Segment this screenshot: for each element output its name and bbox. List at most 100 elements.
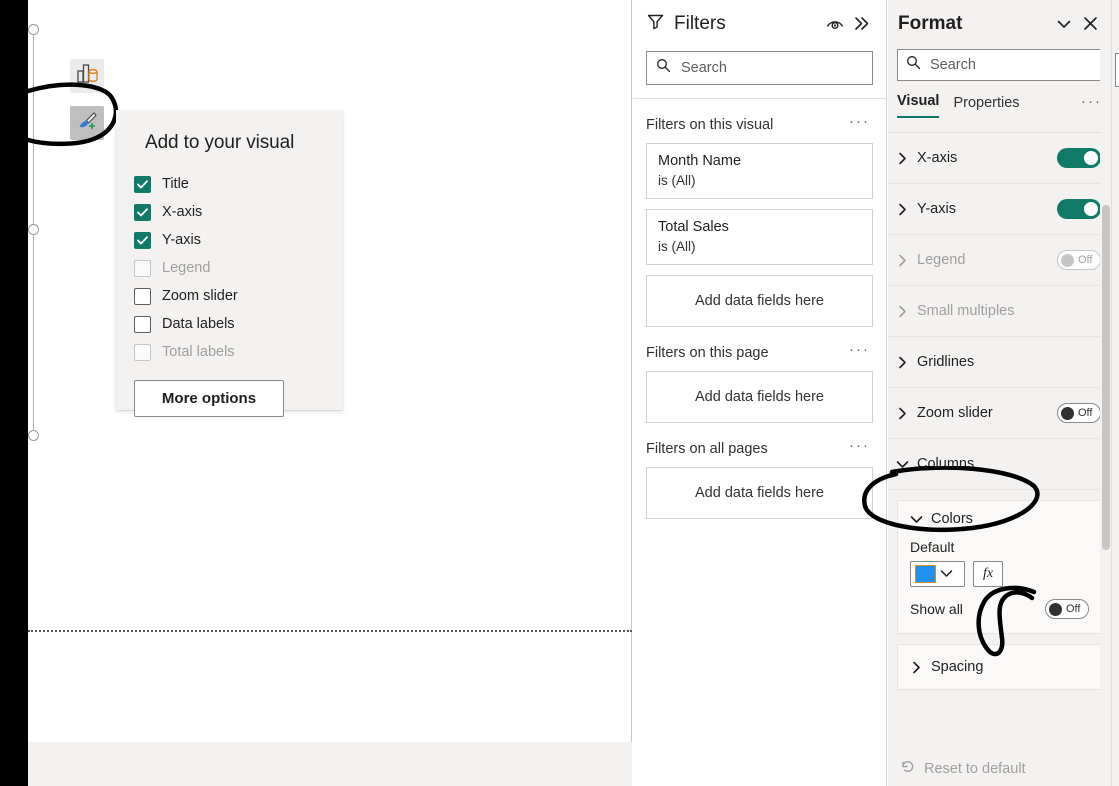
format-title: Format [898,12,963,34]
toggle-legend: Off [1057,250,1101,270]
checkbox-row-x-axis[interactable]: X-axis [134,198,327,226]
resize-handle-bottom-left[interactable] [28,430,39,441]
format-section-label: Columns [917,456,975,472]
fx-button[interactable]: fx [973,561,1003,587]
resize-handle-top-left[interactable] [28,24,39,35]
format-section-label: Y-axis [917,201,956,217]
filters-section-header-all-pages: Filters on all pages ··· [633,423,886,457]
format-visual-toolbar-button[interactable] [70,106,104,140]
checkbox-label-title: Title [162,176,189,192]
color-picker-dropdown[interactable] [910,561,965,587]
color-swatch [915,565,936,583]
toggle-label: On [1083,152,1098,164]
checkbox-title[interactable] [134,175,151,193]
build-visual-toolbar-button[interactable] [70,59,104,93]
filter-card-total-sales[interactable]: Total Sales is (All) [646,209,873,265]
filter-dropzone-page[interactable]: Add data fields here [646,371,873,423]
chevron-right-icon [896,152,909,165]
colors-subsection-title: Colors [931,511,973,527]
add-to-your-visual-flyout: Add to your visual Title X-axis Y-axis L… [116,110,343,417]
checkbox-label-total-labels: Total labels [162,344,235,360]
canvas-footer [28,742,632,786]
filters-section-more-all-pages[interactable]: ··· [849,438,870,453]
format-section-small-multiples: Small multiples [888,286,1111,337]
filters-search-box[interactable]: Search [646,51,873,85]
checkbox-total-labels [134,343,151,361]
reset-icon [900,759,924,778]
toggle-y-axis[interactable]: On [1057,199,1101,219]
filter-funnel-icon [647,13,664,35]
reset-to-default-button: Reset to default [888,759,1111,778]
format-section-legend: Legend Off [888,235,1111,286]
filters-section-more-visual[interactable]: ··· [849,114,870,129]
tab-visual[interactable]: Visual [897,93,940,118]
format-tabs: Visual Properties ··· [888,81,1111,118]
filters-section-more-page[interactable]: ··· [849,342,870,357]
show-all-label: Show all [910,601,963,617]
chevron-right-icon [910,661,923,674]
filter-card-month-name[interactable]: Month Name is (All) [646,143,873,199]
filter-card-field-name: Total Sales [658,219,729,235]
resize-handle-middle-left[interactable] [28,224,39,235]
format-section-y-axis[interactable]: Y-axis On [888,184,1111,235]
default-color-label: Default [910,539,955,555]
eye-icon[interactable] [822,11,848,37]
checkbox-y-axis[interactable] [134,231,151,249]
checkbox-row-total-labels: Total labels [134,338,327,366]
format-section-label: Gridlines [917,354,975,370]
checkbox-label-legend: Legend [162,260,211,276]
checkbox-label-zoom-slider: Zoom slider [162,288,238,304]
colors-subsection-header[interactable]: Colors [910,511,1089,527]
checkbox-row-title[interactable]: Title [134,170,327,198]
spacing-subsection-header[interactable]: Spacing [910,659,1089,675]
format-section-x-axis[interactable]: X-axis On [888,133,1111,184]
format-section-zoom-slider[interactable]: Zoom slider Off [888,388,1111,439]
bar-chart-cylinder-icon [76,64,98,88]
next-pane-search-box-edge [1115,53,1119,87]
checkbox-row-zoom-slider[interactable]: Zoom slider [134,282,327,310]
filter-dropzone-all-pages[interactable]: Add data fields here [646,467,873,519]
format-section-label: Legend [917,252,966,268]
filters-section-title-visual: Filters on this visual [646,117,774,133]
format-section-columns[interactable]: Columns [888,439,1111,490]
paintbrush-plus-icon [76,111,98,136]
checkbox-data-labels[interactable] [134,315,151,333]
tab-properties[interactable]: Properties [953,95,1019,118]
report-canvas[interactable]: Add to your visual Title X-axis Y-axis L… [26,0,632,742]
double-chevron-right-icon[interactable] [848,11,874,37]
page-boundary-dotted-line [28,630,632,632]
format-pane-scrollbar-track[interactable] [1100,0,1111,786]
filters-header: Filters [633,0,886,47]
toggle-x-axis[interactable]: On [1057,148,1101,168]
checkbox-row-legend: Legend [134,254,327,282]
format-section-label: Zoom slider [917,405,993,421]
chevron-down-icon [940,565,953,583]
filters-title: Filters [674,12,726,34]
search-icon [656,58,671,78]
filter-card-field-value: is (All) [658,239,696,254]
more-options-button[interactable]: More options [134,380,284,417]
chevron-down-icon[interactable] [1051,11,1077,37]
checkbox-row-data-labels[interactable]: Data labels [134,310,327,338]
flyout-title: Add to your visual [145,132,295,153]
spacing-subsection-card[interactable]: Spacing [897,644,1102,690]
checkbox-zoom-slider[interactable] [134,287,151,305]
chevron-right-icon [896,356,909,369]
filter-dropzone-visual[interactable]: Add data fields here [646,275,873,327]
toggle-show-all[interactable]: Off [1045,599,1089,619]
filters-section-header-visual: Filters on this visual ··· [633,99,886,133]
format-pane: Format Search Visual Properties ··· X-ax… [888,0,1111,786]
spacing-subsection-title: Spacing [931,659,984,675]
format-tabs-overflow[interactable]: ··· [1081,93,1102,118]
search-icon [906,55,921,75]
checkbox-row-y-axis[interactable]: Y-axis [134,226,327,254]
toggle-zoom-slider[interactable]: Off [1057,403,1101,423]
format-pane-scrollbar-thumb[interactable] [1102,205,1110,550]
format-search-box[interactable]: Search [897,49,1102,81]
show-all-row: Show all Off [910,599,1089,619]
format-section-gridlines[interactable]: Gridlines [888,337,1111,388]
checkbox-x-axis[interactable] [134,203,151,221]
chevron-down-icon [896,460,909,469]
filters-pane: Filters Search Filters on this visual ··… [633,0,887,786]
left-gutter [0,0,28,786]
